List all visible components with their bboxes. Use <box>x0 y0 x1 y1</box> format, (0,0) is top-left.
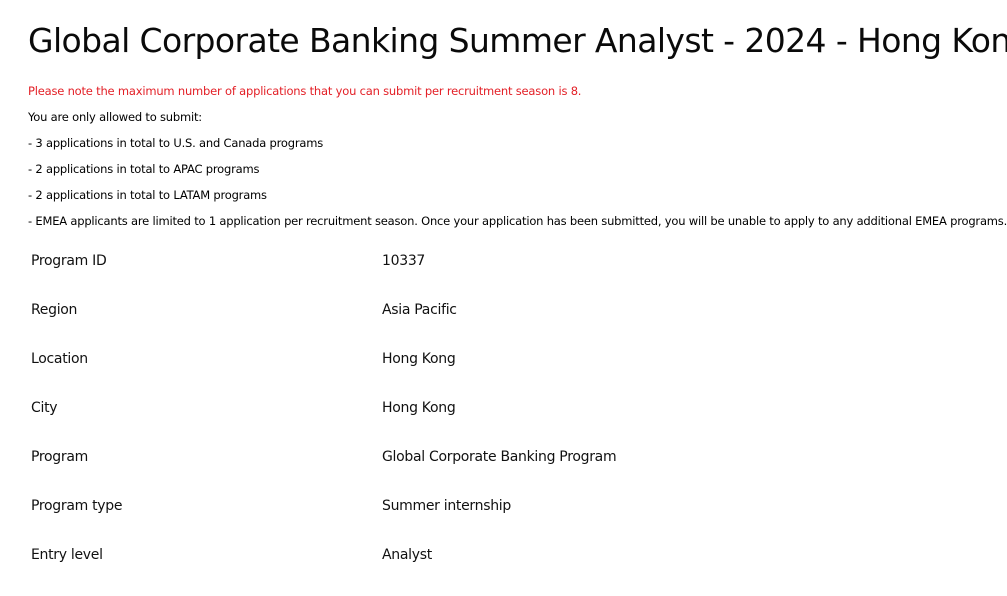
detail-label: Program ID <box>31 253 107 269</box>
max-applications-warning: Please note the maximum number of applic… <box>28 84 582 98</box>
detail-row-program: Program Global Corporate Banking Program <box>31 449 1007 498</box>
detail-row-region: Region Asia Pacific <box>31 302 1007 351</box>
notice-rule: - 3 applications in total to U.S. and Ca… <box>28 136 324 150</box>
detail-label: Location <box>31 351 88 367</box>
detail-row-city: City Hong Kong <box>31 400 1007 449</box>
notice-intro: You are only allowed to submit: <box>28 110 202 124</box>
detail-value: Summer internship <box>382 498 511 514</box>
detail-value: Hong Kong <box>382 400 456 416</box>
detail-label: Program type <box>31 498 123 514</box>
detail-value: Hong Kong <box>382 351 456 367</box>
detail-label: Program <box>31 449 88 465</box>
application-limit-notice: Please note the maximum number of applic… <box>28 78 1007 234</box>
detail-label: Region <box>31 302 78 318</box>
detail-row-program-type: Program type Summer internship <box>31 498 1007 547</box>
detail-value: Global Corporate Banking Program <box>382 449 617 465</box>
detail-row-location: Location Hong Kong <box>31 351 1007 400</box>
detail-label: City <box>31 400 58 416</box>
program-details: Program ID 10337 Region Asia Pacific Loc… <box>31 253 1007 596</box>
detail-value: Asia Pacific <box>382 302 457 318</box>
detail-value: Analyst <box>382 547 432 563</box>
page-title: Global Corporate Banking Summer Analyst … <box>28 21 1007 60</box>
job-detail-page: Global Corporate Banking Summer Analyst … <box>0 0 1007 596</box>
detail-label: Entry level <box>31 547 103 563</box>
detail-row-program-id: Program ID 10337 <box>31 253 1007 302</box>
notice-rule: - 2 applications in total to APAC progra… <box>28 162 260 176</box>
notice-rule: - EMEA applicants are limited to 1 appli… <box>28 214 1007 228</box>
detail-value: 10337 <box>382 253 426 269</box>
notice-rule: - 2 applications in total to LATAM progr… <box>28 188 267 202</box>
